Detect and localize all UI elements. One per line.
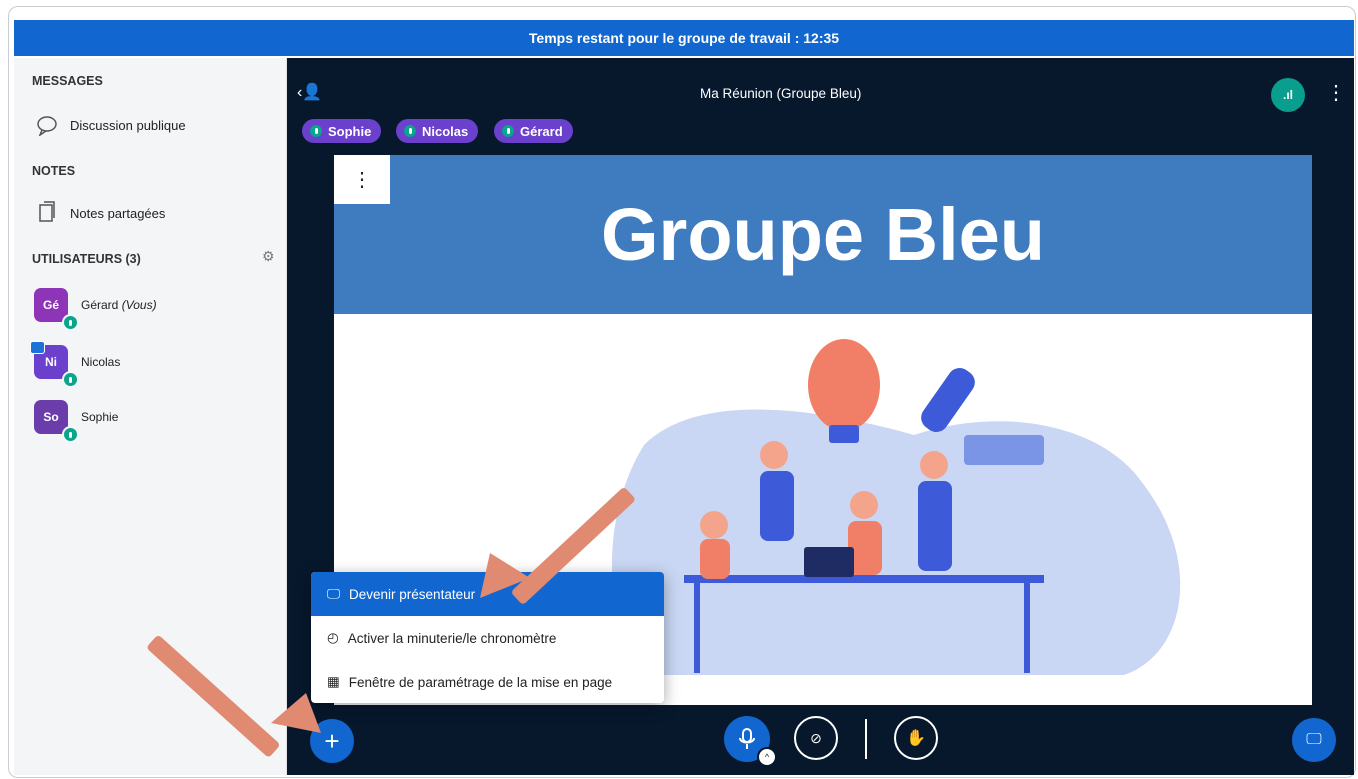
chat-icon — [37, 116, 57, 136]
messages-title: MESSAGES — [32, 74, 103, 88]
mic-icon — [404, 125, 416, 137]
mic-icon — [62, 314, 79, 331]
presentation-icon: 🖵 — [1306, 731, 1322, 748]
mic-icon — [502, 125, 514, 137]
slide-header: Groupe Bleu — [334, 155, 1312, 314]
camera-off-icon: ⊘ — [810, 729, 822, 746]
notes-icon — [39, 201, 55, 222]
connection-status-icon[interactable]: .ıl — [1271, 78, 1305, 112]
users-title: UTILISATEURS (3) — [32, 252, 141, 266]
annotation-arrowhead — [480, 553, 530, 598]
user-list-item[interactable]: Gé Gérard (Vous) — [34, 288, 274, 332]
presentation-icon: 🖵 — [327, 586, 341, 601]
presentation-toggle-button[interactable]: 🖵 — [1292, 718, 1336, 762]
raise-hand-button[interactable]: ✋ — [894, 716, 938, 760]
plus-icon: + — [324, 725, 340, 756]
gear-icon[interactable]: ⚙ — [262, 248, 275, 265]
chevron-up-icon[interactable]: ^ — [757, 747, 777, 767]
notes-title: NOTES — [32, 164, 76, 178]
annotation-arrowhead — [271, 693, 321, 733]
breakout-timer-text: Temps restant pour le groupe de travail … — [528, 30, 840, 46]
layout-settings-item[interactable]: ▦ Fenêtre de paramétrage de la mise en p… — [311, 660, 664, 703]
sidebar: MESSAGES Discussion publique NOTES Notes… — [14, 58, 287, 775]
public-chat-label: Discussion publique — [70, 117, 186, 133]
layout-icon: ▦ — [327, 674, 340, 689]
meeting-title: Ma Réunion (Groupe Bleu) — [700, 86, 862, 101]
timer-icon: ◴ — [327, 630, 339, 645]
slide-options-icon[interactable]: ⋮ — [334, 155, 390, 204]
options-menu-icon[interactable]: ⋮ — [1326, 80, 1346, 105]
user-name: Gérard — [81, 298, 119, 312]
user-list-item[interactable]: So Sophie — [34, 400, 274, 444]
hand-icon: ✋ — [906, 730, 926, 747]
timer-item[interactable]: ◴ Activer la minuterie/le chronomètre — [311, 616, 664, 660]
mic-icon — [62, 426, 79, 443]
breakout-timer-banner: Temps restant pour le groupe de travail … — [14, 20, 1354, 56]
mic-icon — [310, 125, 322, 137]
shared-notes-item[interactable]: Notes partagées — [36, 200, 165, 226]
talker-pill: Nicolas — [396, 119, 479, 143]
teamwork-illustration — [611, 339, 1181, 675]
shared-notes-label: Notes partagées — [70, 205, 166, 221]
public-chat-item[interactable]: Discussion publique — [36, 114, 186, 136]
user-list-item[interactable]: Ni Nicolas — [30, 341, 274, 389]
toggle-userlist-icon[interactable]: ‹👤 — [297, 82, 322, 102]
presenter-icon — [30, 341, 45, 354]
user-you-label: (Vous) — [121, 298, 157, 312]
user-name: Sophie — [81, 410, 119, 424]
microphone-icon — [739, 728, 755, 749]
camera-button[interactable]: ⊘ — [794, 716, 838, 760]
talker-pill: Gérard — [494, 119, 573, 143]
talker-pill: Sophie — [302, 119, 382, 143]
toolbar-divider — [865, 719, 867, 759]
user-name: Nicolas — [81, 355, 121, 369]
slide-title: Groupe Bleu — [600, 193, 1046, 276]
mic-icon — [62, 371, 79, 388]
